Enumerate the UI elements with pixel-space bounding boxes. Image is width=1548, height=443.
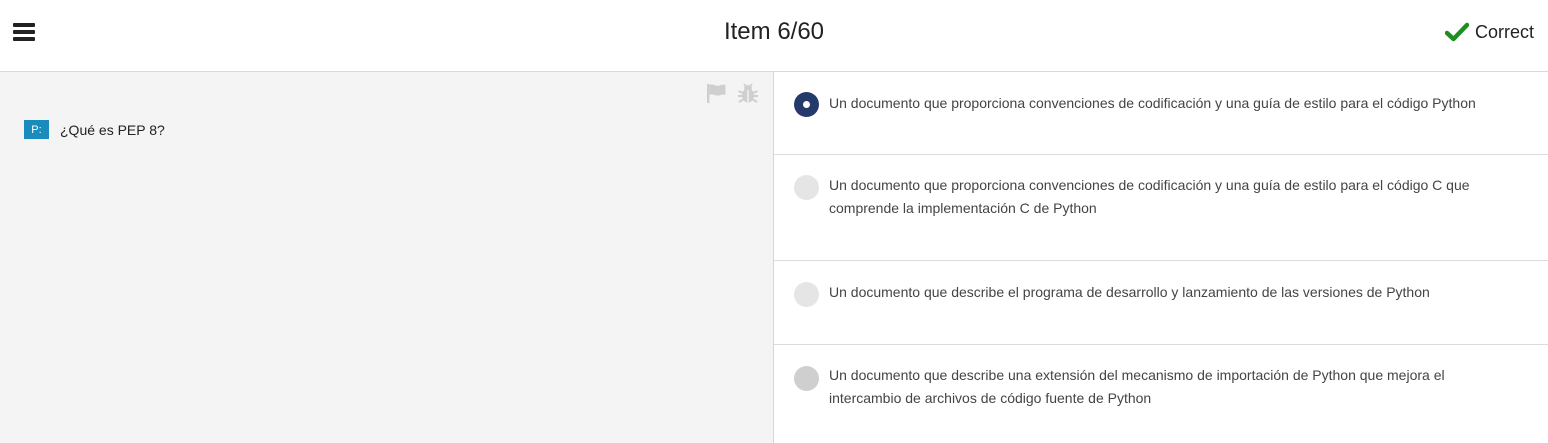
flag-icon[interactable] bbox=[705, 82, 727, 104]
answer-option-4[interactable]: Un documento que describe una extensión … bbox=[774, 345, 1548, 443]
radio-unselected[interactable] bbox=[794, 282, 819, 307]
radio-unselected[interactable] bbox=[794, 175, 819, 200]
item-counter: Item 6/60 bbox=[723, 18, 825, 45]
answer-option-1[interactable]: Un documento que proporciona convencione… bbox=[774, 72, 1548, 155]
answer-option-text: Un documento que proporciona convencione… bbox=[829, 95, 1476, 111]
question-badge: P: bbox=[24, 120, 49, 139]
question-tools bbox=[705, 82, 759, 104]
radio-unselected[interactable] bbox=[794, 366, 819, 391]
question: P: ¿Qué es PEP 8? bbox=[24, 120, 165, 139]
result-label: Correct bbox=[1474, 21, 1534, 42]
question-text: ¿Qué es PEP 8? bbox=[60, 121, 165, 138]
top-bar: Item 6/60 Correct bbox=[0, 0, 1548, 72]
answer-option-3[interactable]: Un documento que describe el programa de… bbox=[774, 261, 1548, 345]
radio-selected[interactable] bbox=[794, 92, 819, 117]
answer-option-text: Un documento que describe el programa de… bbox=[829, 284, 1430, 300]
answer-option-text: Un documento que describe una extensión … bbox=[829, 367, 1445, 406]
answer-options: Un documento que proporciona convencione… bbox=[774, 72, 1548, 443]
bug-icon[interactable] bbox=[737, 82, 759, 104]
check-icon bbox=[1444, 22, 1469, 42]
result-status: Correct bbox=[1444, 20, 1534, 44]
question-pane: P: ¿Qué es PEP 8? bbox=[0, 72, 774, 443]
answer-option-2[interactable]: Un documento que proporciona convencione… bbox=[774, 155, 1548, 261]
answer-option-text: Un documento que proporciona convencione… bbox=[829, 177, 1470, 216]
